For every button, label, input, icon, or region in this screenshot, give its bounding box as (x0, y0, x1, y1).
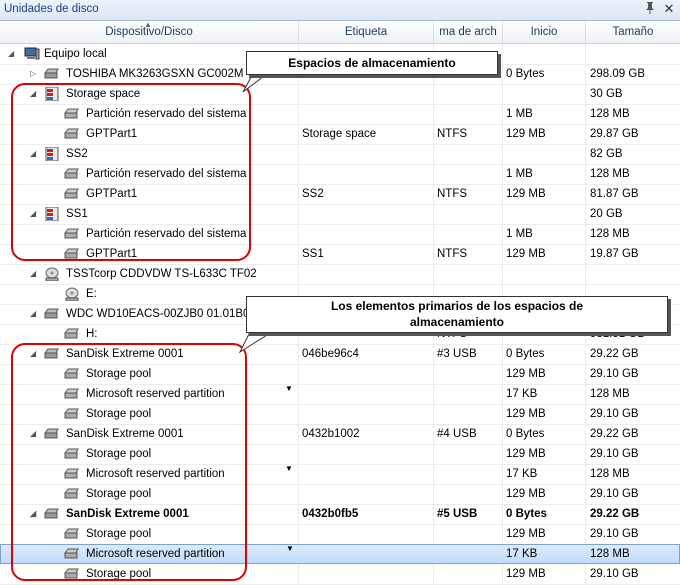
highlight-primary-elements (11, 343, 247, 581)
computer-icon (24, 47, 40, 61)
device-name: TOSHIBA MK3263GSXN GC002M (66, 68, 244, 80)
tree-row-optical-drive[interactable]: ◢ TSSTcorp CDDVDW TS-L633C TF02 (0, 264, 680, 285)
start-value: 129 MB (506, 128, 546, 140)
start-value: 0 Bytes (506, 68, 545, 80)
start-value: 129 MB (506, 488, 546, 500)
size-value: 81.87 GB (590, 188, 639, 200)
column-filesystem[interactable]: ma de arch (434, 21, 503, 43)
start-value: 1 MB (506, 228, 533, 240)
label-value: SS1 (302, 248, 324, 260)
callout-storage-spaces: Espacios de almacenamiento (246, 51, 498, 75)
size-value: 128 MB (590, 548, 630, 560)
label-value: 046be96c4 (302, 348, 359, 360)
start-value: 17 KB (506, 468, 538, 480)
start-value: 129 MB (506, 188, 546, 200)
collapse-arrow-icon[interactable]: ◢ (8, 50, 16, 58)
collapse-arrow-icon[interactable]: ◢ (30, 310, 38, 318)
column-label[interactable]: Etiqueta (299, 21, 434, 43)
hard-disk-icon (44, 307, 60, 321)
label-value: Storage space (302, 128, 377, 140)
label-value: 0432b0fb5 (302, 508, 359, 520)
start-value: 129 MB (506, 368, 546, 380)
start-value: 0 Bytes (506, 428, 545, 440)
tree-label: Equipo local (44, 48, 107, 60)
size-value: 128 MB (590, 228, 630, 240)
start-value: 1 MB (506, 108, 533, 120)
cd-volume-icon (64, 287, 80, 302)
filesystem-value: #5 USB (437, 508, 478, 520)
start-value: 0 Bytes (506, 348, 545, 360)
size-value: 298.09 GB (590, 68, 645, 80)
size-value: 29.10 GB (590, 408, 639, 420)
filesystem-value: NTFS (437, 248, 468, 260)
dropdown-arrow-icon[interactable]: ▼ (285, 464, 293, 473)
size-value: 29.10 GB (590, 448, 639, 460)
callout-text-line2: almacenamiento (409, 315, 505, 329)
start-value: 129 MB (506, 408, 546, 420)
size-value: 29.22 GB (590, 508, 640, 520)
size-value: 29.10 GB (590, 568, 639, 580)
filesystem-value: #4 USB (437, 428, 477, 440)
start-value: 129 MB (506, 448, 546, 460)
partition-icon (64, 327, 80, 341)
size-value: 19.87 GB (590, 248, 639, 260)
device-name: E: (86, 288, 97, 300)
cd-drive-icon (44, 267, 60, 282)
size-value: 30 GB (590, 88, 623, 100)
size-value: 128 MB (590, 468, 630, 480)
size-value: 128 MB (590, 108, 630, 120)
start-value: 17 KB (506, 548, 538, 560)
column-header: Dispositivo/Disco ▲ Etiqueta ma de arch … (0, 20, 680, 44)
filesystem-value: NTFS (437, 188, 468, 200)
size-value: 82 GB (590, 148, 623, 160)
size-value: 29.22 GB (590, 428, 639, 440)
size-value: 29.10 GB (590, 528, 639, 540)
highlight-storage-spaces (11, 83, 251, 261)
size-value: 29.22 GB (590, 348, 639, 360)
sort-ascending-icon: ▲ (144, 20, 152, 29)
label-value: SS2 (302, 188, 324, 200)
start-value: 17 KB (506, 388, 538, 400)
size-value: 128 MB (590, 168, 630, 180)
column-start[interactable]: Inicio (503, 21, 586, 43)
size-value: 29.10 GB (590, 368, 639, 380)
hard-disk-icon (44, 67, 60, 81)
collapse-arrow-icon[interactable]: ◢ (30, 270, 38, 278)
size-value: 128 MB (590, 388, 630, 400)
panel-titlebar: Unidades de disco ✕ (0, 0, 680, 21)
callout-primary-elements: Los elementos primarios de los espacios … (246, 296, 668, 333)
pin-icon[interactable] (644, 1, 658, 17)
start-value: 1 MB (506, 168, 533, 180)
start-value: 129 MB (506, 568, 546, 580)
expand-arrow-icon[interactable]: ▷ (30, 70, 38, 78)
dropdown-arrow-icon[interactable]: ▼ (286, 544, 294, 553)
callout-text: Espacios de almacenamiento (288, 56, 456, 70)
start-value: 129 MB (506, 248, 546, 260)
device-name: H: (86, 328, 98, 340)
start-value: 0 Bytes (506, 508, 547, 520)
filesystem-value: NTFS (437, 128, 468, 140)
label-value: 0432b1002 (302, 428, 360, 440)
size-value: 20 GB (590, 208, 623, 220)
dropdown-arrow-icon[interactable]: ▼ (285, 384, 293, 393)
start-value: 129 MB (506, 528, 546, 540)
panel-title: Unidades de disco (4, 3, 99, 15)
size-value: 29.87 GB (590, 128, 639, 140)
device-name: TSSTcorp CDDVDW TS-L633C TF02 (66, 268, 257, 280)
device-name: WDC WD10EACS-00ZJB0 01.01B01 (66, 308, 248, 320)
size-value: 29.10 GB (590, 488, 639, 500)
column-size[interactable]: Tamaño (586, 21, 680, 43)
close-icon[interactable]: ✕ (662, 1, 676, 17)
callout-text-line1: Los elementos primarios de los espacios … (330, 299, 584, 313)
filesystem-value: #3 USB (437, 348, 477, 360)
